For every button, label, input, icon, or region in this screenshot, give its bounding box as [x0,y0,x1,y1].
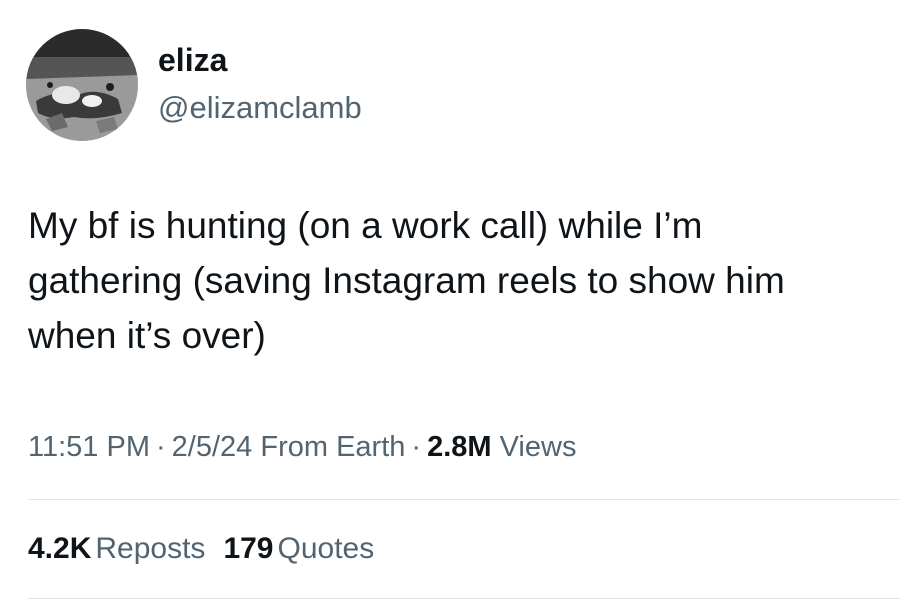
tweet-date[interactable]: 2/5/24 [172,431,253,463]
quotes-label: Quotes [277,532,375,565]
reposts-label: Reposts [95,532,206,565]
divider [28,598,900,599]
views-label: Views [499,431,577,463]
tweet-time[interactable]: 11:51 PM [28,431,150,463]
avatar-photo-icon [26,29,138,141]
engagement-stats: 4.2K Reposts 179 Quotes [28,529,374,569]
user-handle[interactable]: @elizamclamb [158,88,362,128]
display-name[interactable]: eliza [158,40,227,80]
tweet-meta: 11:51 PM · 2/5/24 From Earth · 2.8M Views [28,427,576,467]
avatar[interactable] [26,29,138,141]
tweet-source: From Earth [260,431,406,463]
views-count: 2.8M [427,431,492,463]
divider [28,499,900,500]
meta-separator: · [411,431,422,463]
quotes-count: 179 [223,532,274,565]
quotes-stat[interactable]: 179 Quotes [223,529,374,569]
tweet-text: My bf is hunting (on a work call) while … [28,205,785,356]
meta-separator: · [155,431,166,463]
reposts-stat[interactable]: 4.2K Reposts [28,529,205,569]
reposts-count: 4.2K [28,532,92,565]
tweet-card: eliza @elizamclamb My bf is hunting (on … [0,0,900,610]
